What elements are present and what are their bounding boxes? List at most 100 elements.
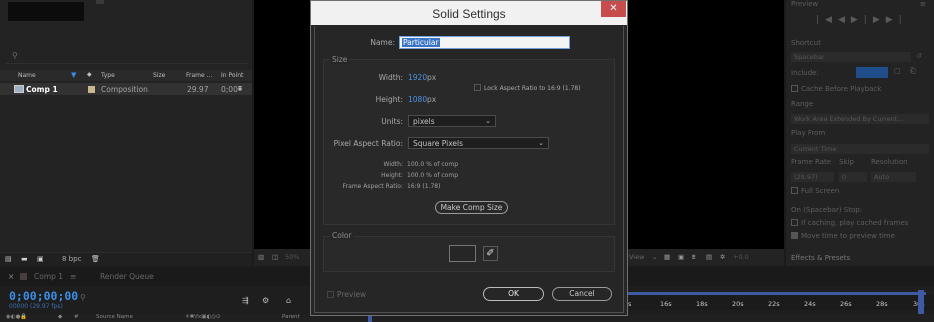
close-icon[interactable]: ✕ xyxy=(601,1,626,17)
new-folder-icon[interactable]: ▬ xyxy=(21,255,28,263)
preview-label: Preview xyxy=(337,290,367,299)
col-size[interactable]: Size xyxy=(153,72,165,79)
col-frame[interactable]: Frame ... xyxy=(186,72,212,79)
range-select[interactable]: Work Area Extended By Current... xyxy=(791,114,929,124)
effects-presets-title[interactable]: Effects & Presets xyxy=(791,254,850,262)
trash-icon[interactable]: 🗑 xyxy=(91,255,100,263)
tab-render-queue[interactable]: Render Queue xyxy=(100,272,154,281)
eyedropper-icon[interactable]: ✐ xyxy=(483,246,498,261)
include-video-audio-toggle[interactable] xyxy=(856,67,888,78)
item-type: Composition xyxy=(101,85,148,94)
label-tag-icon[interactable]: ◆ xyxy=(87,71,92,78)
info-far-label: Frame Aspect Ratio: xyxy=(342,183,403,190)
mask-icon[interactable]: ▣ xyxy=(678,253,684,261)
preview-checkbox[interactable]: Preview xyxy=(327,290,366,299)
comp-flowchart-icon[interactable]: ⇶ xyxy=(242,296,249,305)
panel-menu-icon[interactable]: ≡ xyxy=(920,0,926,8)
name-input[interactable]: Particular xyxy=(399,36,570,49)
tick-label: 16s xyxy=(660,300,672,308)
chevron-down-icon: ⌄ xyxy=(485,117,491,125)
magnify-icon[interactable]: ▧ xyxy=(258,253,264,261)
play-from-label: Play From xyxy=(791,129,826,137)
transparency-icon[interactable]: ▤ xyxy=(706,253,712,261)
col-type[interactable]: Type xyxy=(101,72,115,79)
tab-comp-1[interactable]: Comp 1 xyxy=(34,272,63,281)
tick-label: 26s xyxy=(840,300,852,308)
grid-icon[interactable]: ▦ xyxy=(664,253,670,261)
if-caching-checkbox[interactable]: If caching, play cached frames xyxy=(791,219,908,227)
snapshot-icon[interactable]: ◫ xyxy=(272,253,278,261)
interpret-footage-icon[interactable]: ▤ xyxy=(5,255,12,263)
par-select[interactable]: Square Pixels ⌄ xyxy=(408,137,549,149)
resolution-select[interactable]: Auto xyxy=(871,172,916,182)
chevron-down-icon: ⌄ xyxy=(538,139,544,147)
include-label: Include: xyxy=(791,69,819,77)
label-color-swatch[interactable] xyxy=(88,86,95,93)
preview-panel: Preview ≡ |◀◀▶|▶▶| Shortcut Spacebar ↺ I… xyxy=(786,0,934,266)
motion-blur-icon[interactable]: ⚙ xyxy=(262,296,269,305)
project-thumbnail xyxy=(8,2,84,21)
parent-header[interactable]: Parent xyxy=(282,314,300,320)
size-group-title: Size xyxy=(330,55,350,64)
tick-label: 24s xyxy=(804,300,816,308)
cache-checkbox[interactable]: Cache Before Playback xyxy=(791,85,881,93)
reset-icon[interactable]: ↺ xyxy=(916,52,922,60)
list-item[interactable]: Comp 1 Composition 29.97 0;00 ⩩ xyxy=(0,83,252,95)
info-width-label: Width: xyxy=(383,161,403,168)
new-composition-icon[interactable]: ▣ xyxy=(37,255,44,263)
sort-down-icon[interactable]: ▼ xyxy=(71,71,76,79)
skip-select[interactable]: 0 xyxy=(839,172,867,182)
color-swatch[interactable] xyxy=(449,245,476,262)
current-timecode[interactable]: 0;00;00;00 xyxy=(9,289,78,303)
info-width-value: 100.0 % of comp xyxy=(407,161,459,168)
project-search-input[interactable]: ⚲ xyxy=(6,50,248,64)
info-height-label: Height: xyxy=(381,172,403,179)
height-value[interactable]: 1080 xyxy=(408,95,427,104)
timeline-search-icon[interactable]: ⚲ xyxy=(80,293,86,302)
shortcut-select[interactable]: Spacebar xyxy=(791,52,911,62)
frame-rate-select[interactable]: (29.97) xyxy=(791,172,834,182)
time-ruler[interactable]: s 16s 18s 20s 22s 24s 26s 28s 30s xyxy=(626,295,934,310)
on-stop-label: On (Spacebar) Stop: xyxy=(791,206,863,214)
width-value[interactable]: 1920 xyxy=(408,73,427,82)
info-height-value: 100.0 % of comp xyxy=(407,172,459,179)
bit-depth-button[interactable]: 8 bpc xyxy=(62,255,81,263)
tab-menu-icon[interactable]: ≡ xyxy=(70,272,76,281)
col-name[interactable]: Name xyxy=(18,72,36,79)
close-tab-icon[interactable]: × xyxy=(8,272,14,281)
source-name-header[interactable]: Source Name xyxy=(96,314,133,320)
playback-controls[interactable]: |◀◀▶|▶▶| xyxy=(816,15,908,25)
ok-button[interactable]: OK xyxy=(483,287,544,301)
units-label: Units: xyxy=(381,117,403,126)
move-time-label: Move time to preview time xyxy=(801,232,895,240)
tick-label: 22s xyxy=(768,300,780,308)
if-caching-label: If caching, play cached frames xyxy=(801,219,909,227)
flowchart-icon[interactable]: ⩩ xyxy=(692,253,695,262)
cancel-button[interactable]: Cancel xyxy=(552,287,612,301)
draft-3d-icon[interactable]: ⌂ xyxy=(286,296,291,305)
exposure-value[interactable]: +0.0 xyxy=(733,253,749,261)
move-time-checkbox[interactable]: Move time to preview time xyxy=(791,232,895,240)
units-select[interactable]: pixels ⌄ xyxy=(408,115,496,127)
item-frame: 29.97 xyxy=(187,85,209,94)
col-inpoint[interactable]: In Point xyxy=(221,72,243,79)
overlay-icon[interactable]: ▢ xyxy=(894,67,901,75)
lock-aspect-checkbox[interactable]: Lock Aspect Ratio to 16:9 (1.78) xyxy=(474,84,581,92)
par-label: Pixel Aspect Ratio: xyxy=(333,139,403,148)
view-select[interactable]: View xyxy=(629,253,644,261)
shortcut-label: Shortcut xyxy=(791,39,821,47)
av-switches-icons[interactable]: ◉◐●🔒 xyxy=(6,314,27,320)
search-icon: ⚲ xyxy=(12,51,18,60)
layer-controls-icon[interactable]: ⎗ xyxy=(910,67,916,76)
full-screen-checkbox[interactable]: Full Screen xyxy=(791,187,839,195)
tick-label: s xyxy=(628,300,632,308)
project-panel: ⚲ Name ▼ ◆ Type Size Frame ... In Point … xyxy=(0,0,252,266)
view-chevron-icon[interactable]: ⌄ xyxy=(652,253,657,261)
zoom-select[interactable]: 50% xyxy=(285,253,299,261)
layer-switches-icons[interactable]: ✳✱\fx▣◐◎⊙ xyxy=(185,314,221,320)
exposure-icon[interactable]: ✲ xyxy=(720,253,725,261)
item-name: Comp 1 xyxy=(26,85,58,94)
play-from-select[interactable]: Current Time xyxy=(791,144,929,154)
make-comp-size-button[interactable]: Make Comp Size xyxy=(435,201,508,214)
tick-label: 20s xyxy=(732,300,744,308)
